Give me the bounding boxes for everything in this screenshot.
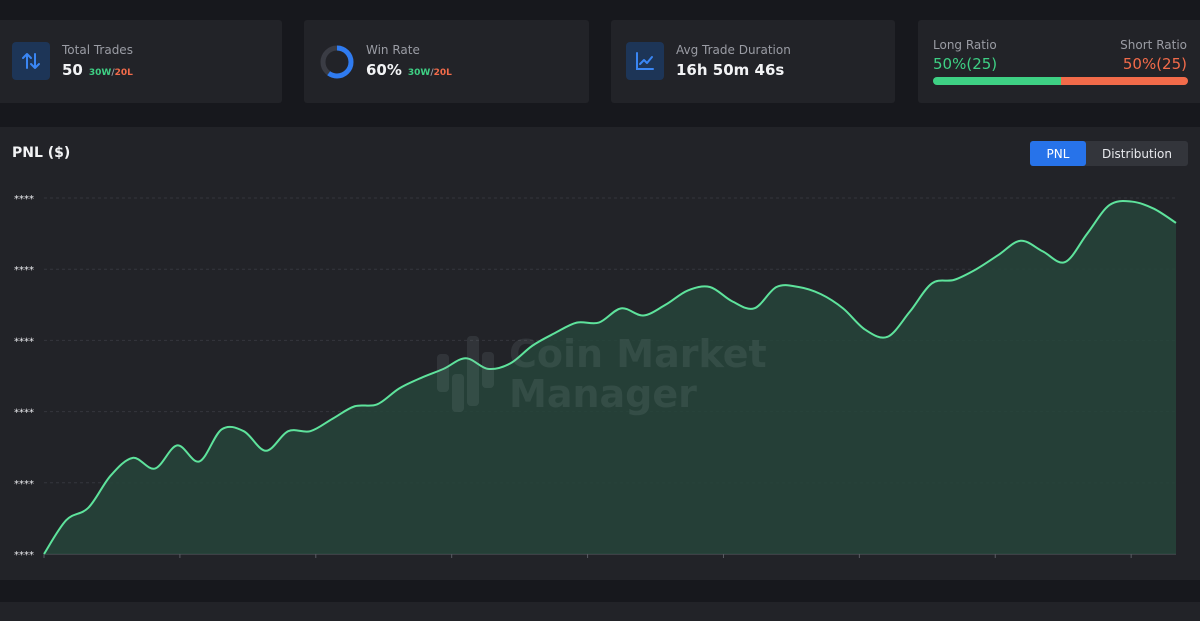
long-ratio-value: 50%(25) (933, 55, 998, 73)
ratio-bar-short (1060, 77, 1188, 85)
y-tick-label: **** (14, 408, 34, 419)
long-short-ratio-card: Long Ratio Short Ratio 50%(25) 50%(25) (918, 20, 1200, 103)
total-trades-value: 50 (62, 61, 83, 79)
losses-count: 20L (114, 68, 133, 78)
avg-duration-label: Avg Trade Duration (676, 43, 791, 57)
swap-arrows-icon (12, 42, 50, 80)
wins-count: 30W (88, 68, 112, 78)
short-ratio-value: 50%(25) (1122, 55, 1187, 73)
avg-duration-value-row: 16h 50m 46s (676, 61, 784, 79)
long-ratio-label: Long Ratio (933, 38, 997, 52)
wins-count: 30W (407, 68, 431, 78)
win-rate-card: Win Rate 60% 30W/20L (304, 20, 589, 103)
total-trades-card: Total Trades 50 30W/20L (0, 20, 282, 103)
line-chart-icon (626, 42, 664, 80)
win-rate-ring-icon (320, 45, 354, 79)
short-ratio-label: Short Ratio (1120, 38, 1187, 52)
y-tick-label: **** (14, 194, 34, 205)
bottom-panel (0, 602, 1200, 621)
win-rate-value: 60% (366, 61, 402, 79)
ratio-bar (933, 77, 1188, 85)
total-trades-value-row: 50 30W/20L (62, 61, 133, 79)
win-rate-label: Win Rate (366, 43, 420, 57)
y-tick-label: **** (14, 550, 34, 561)
win-rate-value-row: 60% 30W/20L (366, 61, 452, 79)
y-tick-label: **** (14, 265, 34, 276)
ratio-bar-long (933, 77, 1061, 85)
pnl-panel: PNL ($) PNL Distribution **** **** **** ***… (0, 127, 1200, 580)
total-trades-label: Total Trades (62, 43, 133, 57)
y-tick-label: **** (14, 479, 34, 490)
pnl-chart: **** **** **** **** **** **** (14, 194, 1177, 561)
dashboard: Total Trades 50 30W/20L Win Rate 60% 30W… (0, 0, 1200, 621)
avg-duration-value: 16h 50m 46s (676, 61, 785, 79)
win-rate-wl: 30W/20L (408, 68, 452, 78)
avg-duration-card: Avg Trade Duration 16h 50m 46s (611, 20, 895, 103)
total-trades-wl: 30W/20L (89, 68, 133, 78)
losses-count: 20L (433, 68, 452, 78)
pnl-area (44, 201, 1176, 555)
y-tick-label: **** (14, 336, 34, 347)
